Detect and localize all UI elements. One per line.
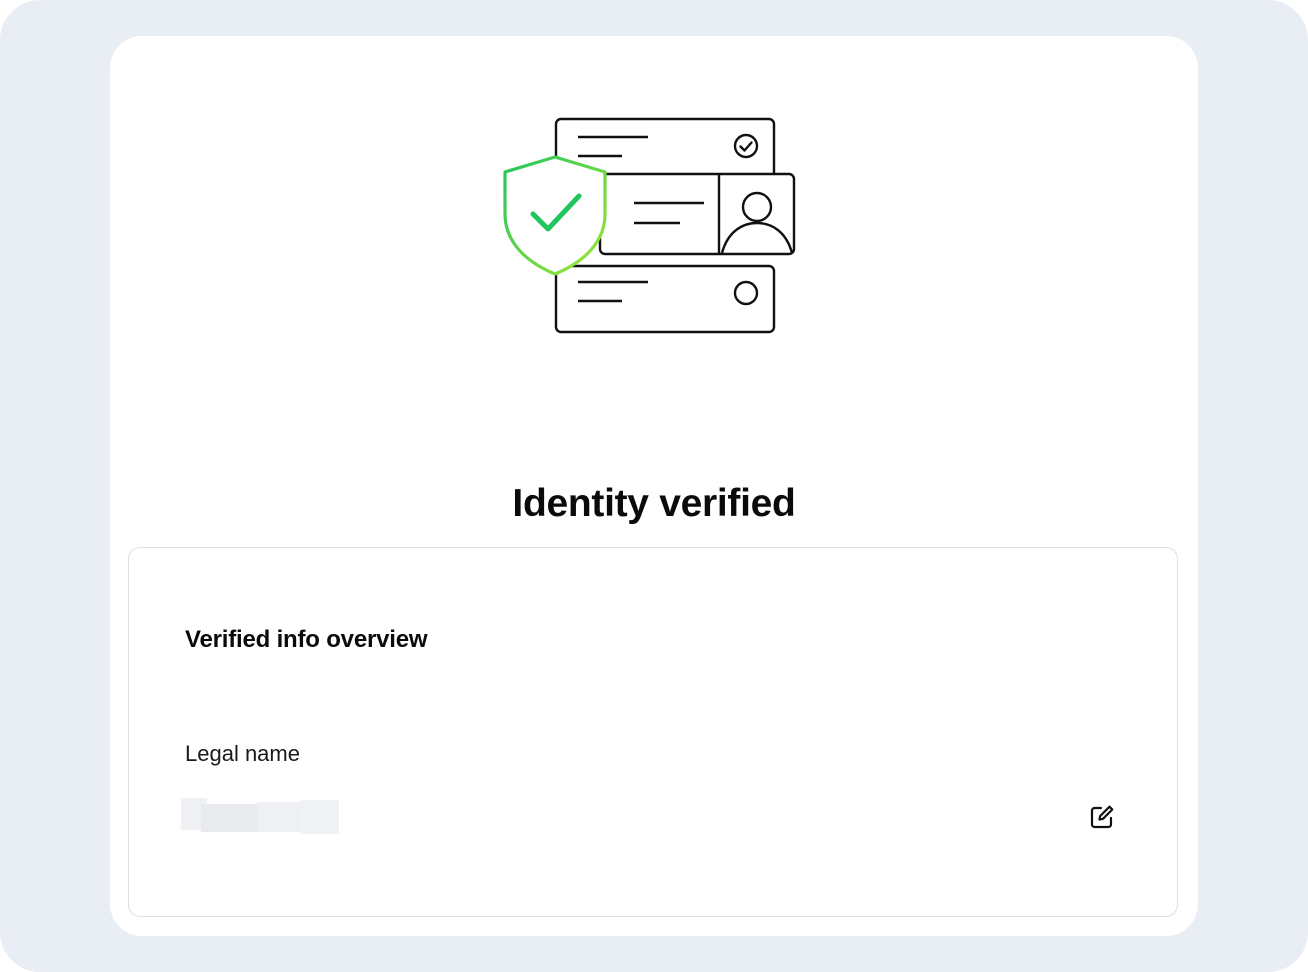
id-card-middle (598, 172, 796, 256)
id-card-bottom (554, 264, 776, 334)
identity-verified-illustration (500, 116, 800, 356)
page-frame: Identity verified Verified info overview… (0, 0, 1308, 972)
shield-check-icon (503, 155, 607, 276)
edit-legal-name-button[interactable] (1087, 802, 1117, 832)
verified-info-overview-panel: Verified info overview Legal name (128, 547, 1178, 917)
legal-name-label: Legal name (185, 741, 300, 766)
verification-card: Identity verified Verified info overview… (110, 36, 1198, 936)
overview-title: Verified info overview (185, 626, 428, 653)
page-title: Identity verified (512, 482, 796, 525)
edit-icon (1090, 805, 1114, 829)
legal-name-value-redacted (181, 794, 339, 834)
